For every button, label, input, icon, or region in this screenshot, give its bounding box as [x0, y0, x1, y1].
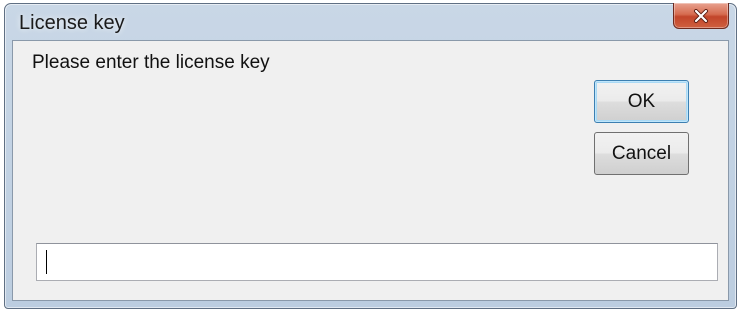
title-bar[interactable]: License key: [5, 3, 736, 40]
window-title: License key: [19, 12, 125, 34]
license-key-input[interactable]: [36, 243, 718, 281]
close-button[interactable]: [673, 3, 729, 29]
ok-button[interactable]: OK: [594, 80, 689, 123]
cancel-button[interactable]: Cancel: [594, 132, 689, 175]
prompt-label: Please enter the license key: [32, 52, 270, 73]
text-caret: [46, 250, 47, 274]
screen: License key Please enter the license key…: [0, 0, 746, 315]
close-x-icon: [693, 8, 709, 23]
